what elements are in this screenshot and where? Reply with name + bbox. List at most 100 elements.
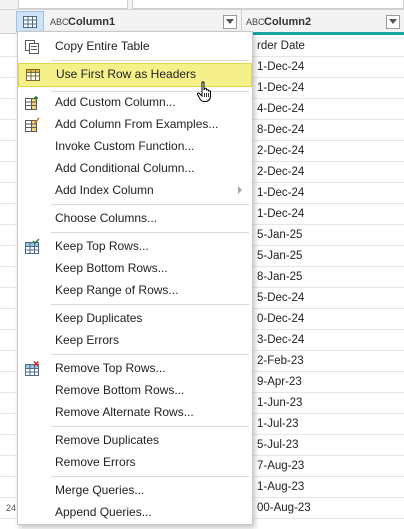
menu-item-add-column-from-examples[interactable]: Add Column From Examples... (18, 114, 252, 136)
row-number (0, 204, 18, 225)
column2-cell[interactable]: 0-Dec-24 (242, 309, 404, 330)
text-type-icon[interactable]: ABC (50, 17, 69, 27)
menu-item-remove-duplicates[interactable]: Remove Duplicates (18, 430, 252, 452)
table-menu-button[interactable] (16, 11, 44, 32)
row-number (0, 57, 18, 78)
menu-item-label: Add Column From Examples... (55, 117, 219, 131)
row-number (0, 246, 18, 267)
menu-item-label: Choose Columns... (55, 211, 158, 225)
formula-area-left (18, 0, 128, 9)
menu-item-label: Remove Top Rows... (55, 361, 166, 375)
menu-item-label: Keep Bottom Rows... (55, 261, 168, 275)
menu-item-label: Remove Alternate Rows... (55, 405, 194, 419)
menu-item-copy-entire-table[interactable]: Copy Entire Table (18, 36, 252, 58)
menu-item-invoke-custom-function[interactable]: Invoke Custom Function... (18, 136, 252, 158)
row-number (0, 120, 18, 141)
row-number (0, 372, 18, 393)
column2-cell[interactable]: 2-Dec-24 (242, 141, 404, 162)
row-number (0, 36, 18, 57)
row-number (0, 330, 18, 351)
menu-item-label: Keep Duplicates (55, 311, 143, 325)
menu-item-label: Remove Bottom Rows... (55, 383, 185, 397)
column2-cell[interactable]: 1-Dec-24 (242, 57, 404, 78)
row-number (0, 183, 18, 204)
column-quality-bar (242, 32, 404, 35)
column2-cell[interactable]: 9-Apr-23 (242, 372, 404, 393)
column2-cell[interactable]: rder Date (242, 36, 404, 57)
menu-item-label: Invoke Custom Function... (55, 139, 195, 153)
column2-cell[interactable]: 5-Dec-24 (242, 288, 404, 309)
column2-cell[interactable]: 5-Jan-25 (242, 225, 404, 246)
column2-cell[interactable]: 7-Aug-23 (242, 456, 404, 477)
row-number (0, 435, 18, 456)
menu-item-use-first-row-as-headers[interactable]: Use First Row as Headers (18, 63, 252, 87)
row-number (0, 78, 18, 99)
formula-area-right (132, 0, 404, 9)
column2-cell[interactable]: 1-Jul-23 (242, 414, 404, 435)
column1-name: Column1 (68, 15, 116, 28)
column-from-examples-icon (25, 117, 40, 132)
menu-item-label: Remove Duplicates (55, 433, 160, 447)
hand-cursor-icon (196, 81, 211, 102)
menu-item-choose-columns[interactable]: Choose Columns... (18, 208, 252, 230)
row-number (0, 288, 18, 309)
column2-cell[interactable]: 4-Dec-24 (242, 99, 404, 120)
row-number (0, 414, 18, 435)
menu-item-label: Merge Queries... (55, 483, 145, 497)
column2-header[interactable]: ABC Column2 (242, 10, 404, 33)
menu-item-add-custom-column[interactable]: Add Custom Column... (18, 92, 252, 114)
menu-item-label: Add Custom Column... (55, 95, 176, 109)
row-number (0, 477, 18, 498)
menu-item-label: Keep Range of Rows... (55, 283, 179, 297)
top-strip (0, 0, 404, 10)
menu-item-keep-bottom-rows[interactable]: Keep Bottom Rows... (18, 258, 252, 280)
menu-item-remove-bottom-rows[interactable]: Remove Bottom Rows... (18, 380, 252, 402)
menu-item-label: Keep Top Rows... (55, 239, 149, 253)
menu-item-add-conditional-column[interactable]: Add Conditional Column... (18, 158, 252, 180)
column2-cell[interactable]: 1-Dec-24 (242, 204, 404, 225)
menu-item-keep-range-of-rows[interactable]: Keep Range of Rows... (18, 280, 252, 302)
menu-item-remove-alternate-rows[interactable]: Remove Alternate Rows... (18, 402, 252, 424)
column2-cell[interactable]: 8-Jan-25 (242, 267, 404, 288)
column1-filter-button[interactable] (223, 14, 237, 29)
menu-item-label: Use First Row as Headers (56, 67, 197, 81)
remove-top-rows-icon (25, 361, 40, 376)
column2-name: Column2 (264, 15, 312, 28)
column2-cell[interactable]: 8-Dec-24 (242, 120, 404, 141)
row-number (0, 225, 18, 246)
menu-item-keep-duplicates[interactable]: Keep Duplicates (18, 308, 252, 330)
menu-item-label: Add Conditional Column... (55, 161, 195, 175)
column2-filter-button[interactable] (386, 14, 400, 29)
column2-cell[interactable]: 5-Jan-25 (242, 246, 404, 267)
column2-cell[interactable]: 00-Aug-23 (242, 498, 404, 519)
menu-item-remove-errors[interactable]: Remove Errors (18, 452, 252, 474)
menu-separator (51, 232, 249, 233)
menu-item-label: Append Queries... (55, 505, 152, 519)
menu-item-add-index-column[interactable]: Add Index Column (18, 180, 252, 202)
column1-header[interactable]: ABC Column1 (46, 10, 242, 33)
menu-separator (51, 354, 249, 355)
column2-cell[interactable]: 3-Dec-24 (242, 330, 404, 351)
menu-separator (51, 304, 249, 305)
column2-cell[interactable]: 1-Aug-23 (242, 477, 404, 498)
menu-item-append-queries[interactable]: Append Queries... (18, 502, 252, 524)
row-number (0, 456, 18, 477)
menu-item-label: Remove Errors (55, 455, 136, 469)
column2-cell[interactable]: 1-Dec-24 (242, 78, 404, 99)
column2-cell[interactable]: 2-Dec-24 (242, 162, 404, 183)
submenu-arrow-icon (238, 186, 242, 194)
table-context-menu: Copy Entire Table Use First Row as Heade… (17, 31, 253, 525)
chevron-down-icon (226, 19, 234, 24)
column2-cell[interactable]: 1-Dec-24 (242, 183, 404, 204)
menu-item-remove-top-rows[interactable]: Remove Top Rows... (18, 358, 252, 380)
column2-cell[interactable]: 5-Jul-23 (242, 435, 404, 456)
menu-item-keep-errors[interactable]: Keep Errors (18, 330, 252, 352)
column2-cell[interactable]: 2-Feb-23 (242, 351, 404, 372)
row-number (0, 99, 18, 120)
menu-item-keep-top-rows[interactable]: Keep Top Rows... (18, 236, 252, 258)
text-type-icon[interactable]: ABC (246, 17, 265, 27)
chevron-down-icon (389, 19, 397, 24)
menu-item-merge-queries[interactable]: Merge Queries... (18, 480, 252, 502)
row-number (0, 351, 18, 372)
column2-cell[interactable]: 1-Jun-23 (242, 393, 404, 414)
